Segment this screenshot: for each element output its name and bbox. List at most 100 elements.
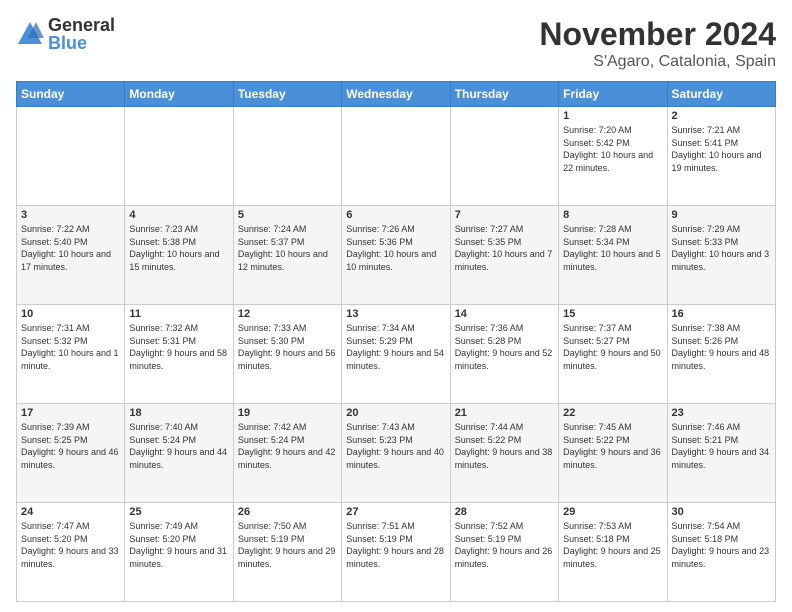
col-sunday: Sunday (17, 82, 125, 107)
day-info: Sunrise: 7:46 AM Sunset: 5:21 PM Dayligh… (672, 421, 771, 471)
day-cell: 20Sunrise: 7:43 AM Sunset: 5:23 PM Dayli… (342, 404, 450, 503)
day-cell: 10 Sunrise: 7:31 AM Sunset: 5:32 PM Dayli… (17, 305, 125, 404)
day-number: 20 (346, 407, 445, 419)
day-number: 21 (455, 407, 554, 419)
day-number: 30 (672, 506, 771, 518)
day-cell (125, 107, 233, 206)
day-info: Sunrise: 7:37 AM Sunset: 5:27 PM Dayligh… (563, 322, 662, 372)
day-cell (233, 107, 341, 206)
day-cell: 19 Sunrise: 7:42 AM Sunset: 5:24 PM Dayli… (233, 404, 341, 503)
day-cell: 11 Sunrise: 7:32 AM Sunset: 5:31 PM Dayli… (125, 305, 233, 404)
day-info: Sunrise: 7:49 AM Sunset: 5:20 PM Dayligh… (129, 520, 228, 570)
day-number: 27 (346, 506, 445, 518)
day-info: Sunrise: 7:26 AM Sunset: 5:36 PM Dayligh… (346, 223, 445, 273)
day-info: Sunrise: 7:51 AM Sunset: 5:19 PM Dayligh… (346, 520, 445, 570)
day-number: 29 (563, 506, 662, 518)
header: General Blue November 2024 S'Agaro, Cata… (16, 16, 776, 71)
day-cell: 24 Sunrise: 7:47 AM Sunset: 5:20 PM Dayli… (17, 503, 125, 602)
day-info: Sunrise: 7:23 AM Sunset: 5:38 PM Dayligh… (129, 223, 228, 273)
week-row-1: 3 Sunrise: 7:22 AM Sunset: 5:40 PM Daylig… (17, 206, 776, 305)
day-number: 19 (238, 407, 337, 419)
logo-icon (16, 20, 44, 48)
week-row-3: 17Sunrise: 7:39 AM Sunset: 5:25 PM Dayli… (17, 404, 776, 503)
day-cell: 17Sunrise: 7:39 AM Sunset: 5:25 PM Dayli… (17, 404, 125, 503)
day-number: 12 (238, 308, 337, 320)
week-row-0: 1 Sunrise: 7:20 AM Sunset: 5:42 PM Daylig… (17, 107, 776, 206)
day-cell: 18 Sunrise: 7:40 AM Sunset: 5:24 PM Dayli… (125, 404, 233, 503)
day-info: Sunrise: 7:31 AM Sunset: 5:32 PM Dayligh… (21, 322, 120, 372)
day-cell: 16 Sunrise: 7:38 AM Sunset: 5:26 PM Dayli… (667, 305, 775, 404)
day-cell: 7 Sunrise: 7:27 AM Sunset: 5:35 PM Daylig… (450, 206, 558, 305)
day-number: 16 (672, 308, 771, 320)
day-number: 26 (238, 506, 337, 518)
day-info: Sunrise: 7:40 AM Sunset: 5:24 PM Dayligh… (129, 421, 228, 471)
day-cell: 8Sunrise: 7:28 AM Sunset: 5:34 PM Daylig… (559, 206, 667, 305)
day-number: 4 (129, 209, 228, 221)
day-cell: 5 Sunrise: 7:24 AM Sunset: 5:37 PM Daylig… (233, 206, 341, 305)
calendar-table: Sunday Monday Tuesday Wednesday Thursday… (16, 81, 776, 602)
day-info: Sunrise: 7:20 AM Sunset: 5:42 PM Dayligh… (563, 124, 662, 174)
day-cell: 23 Sunrise: 7:46 AM Sunset: 5:21 PM Dayli… (667, 404, 775, 503)
day-cell (342, 107, 450, 206)
day-number: 10 (21, 308, 120, 320)
day-info: Sunrise: 7:50 AM Sunset: 5:19 PM Dayligh… (238, 520, 337, 570)
header-row: Sunday Monday Tuesday Wednesday Thursday… (17, 82, 776, 107)
day-number: 11 (129, 308, 228, 320)
day-cell: 25 Sunrise: 7:49 AM Sunset: 5:20 PM Dayli… (125, 503, 233, 602)
day-info: Sunrise: 7:33 AM Sunset: 5:30 PM Dayligh… (238, 322, 337, 372)
day-info: Sunrise: 7:29 AM Sunset: 5:33 PM Dayligh… (672, 223, 771, 273)
day-cell: 13 Sunrise: 7:34 AM Sunset: 5:29 PM Dayli… (342, 305, 450, 404)
day-cell: 29Sunrise: 7:53 AM Sunset: 5:18 PM Dayli… (559, 503, 667, 602)
day-number: 18 (129, 407, 228, 419)
month-title: November 2024 (539, 16, 776, 53)
calendar-header: Sunday Monday Tuesday Wednesday Thursday… (17, 82, 776, 107)
day-number: 25 (129, 506, 228, 518)
title-block: November 2024 S'Agaro, Catalonia, Spain (539, 16, 776, 71)
day-info: Sunrise: 7:47 AM Sunset: 5:20 PM Dayligh… (21, 520, 120, 570)
day-info: Sunrise: 7:27 AM Sunset: 5:35 PM Dayligh… (455, 223, 554, 273)
logo-text: General Blue (48, 16, 115, 52)
day-number: 1 (563, 110, 662, 122)
day-info: Sunrise: 7:39 AM Sunset: 5:25 PM Dayligh… (21, 421, 120, 471)
day-info: Sunrise: 7:21 AM Sunset: 5:41 PM Dayligh… (672, 124, 771, 174)
day-info: Sunrise: 7:42 AM Sunset: 5:24 PM Dayligh… (238, 421, 337, 471)
day-cell: 12 Sunrise: 7:33 AM Sunset: 5:30 PM Dayli… (233, 305, 341, 404)
day-cell (17, 107, 125, 206)
day-cell: 26 Sunrise: 7:50 AM Sunset: 5:19 PM Dayli… (233, 503, 341, 602)
day-number: 13 (346, 308, 445, 320)
day-cell: 27 Sunrise: 7:51 AM Sunset: 5:19 PM Dayli… (342, 503, 450, 602)
day-info: Sunrise: 7:34 AM Sunset: 5:29 PM Dayligh… (346, 322, 445, 372)
day-cell: 9 Sunrise: 7:29 AM Sunset: 5:33 PM Daylig… (667, 206, 775, 305)
col-wednesday: Wednesday (342, 82, 450, 107)
logo-blue: Blue (48, 34, 115, 52)
day-cell: 30 Sunrise: 7:54 AM Sunset: 5:18 PM Dayli… (667, 503, 775, 602)
day-info: Sunrise: 7:38 AM Sunset: 5:26 PM Dayligh… (672, 322, 771, 372)
day-cell: 4 Sunrise: 7:23 AM Sunset: 5:38 PM Daylig… (125, 206, 233, 305)
week-row-4: 24 Sunrise: 7:47 AM Sunset: 5:20 PM Dayli… (17, 503, 776, 602)
day-info: Sunrise: 7:24 AM Sunset: 5:37 PM Dayligh… (238, 223, 337, 273)
day-cell: 28 Sunrise: 7:52 AM Sunset: 5:19 PM Dayli… (450, 503, 558, 602)
day-number: 3 (21, 209, 120, 221)
day-number: 6 (346, 209, 445, 221)
col-saturday: Saturday (667, 82, 775, 107)
day-number: 28 (455, 506, 554, 518)
day-number: 24 (21, 506, 120, 518)
day-info: Sunrise: 7:36 AM Sunset: 5:28 PM Dayligh… (455, 322, 554, 372)
day-info: Sunrise: 7:54 AM Sunset: 5:18 PM Dayligh… (672, 520, 771, 570)
day-cell: 2Sunrise: 7:21 AM Sunset: 5:41 PM Daylig… (667, 107, 775, 206)
day-info: Sunrise: 7:22 AM Sunset: 5:40 PM Dayligh… (21, 223, 120, 273)
col-monday: Monday (125, 82, 233, 107)
day-number: 23 (672, 407, 771, 419)
day-cell: 3 Sunrise: 7:22 AM Sunset: 5:40 PM Daylig… (17, 206, 125, 305)
day-number: 9 (672, 209, 771, 221)
day-number: 15 (563, 308, 662, 320)
day-info: Sunrise: 7:52 AM Sunset: 5:19 PM Dayligh… (455, 520, 554, 570)
page: General Blue November 2024 S'Agaro, Cata… (0, 0, 792, 612)
day-info: Sunrise: 7:32 AM Sunset: 5:31 PM Dayligh… (129, 322, 228, 372)
day-number: 7 (455, 209, 554, 221)
day-cell: 22Sunrise: 7:45 AM Sunset: 5:22 PM Dayli… (559, 404, 667, 503)
col-friday: Friday (559, 82, 667, 107)
calendar-body: 1 Sunrise: 7:20 AM Sunset: 5:42 PM Daylig… (17, 107, 776, 602)
day-number: 5 (238, 209, 337, 221)
location: S'Agaro, Catalonia, Spain (539, 53, 776, 71)
